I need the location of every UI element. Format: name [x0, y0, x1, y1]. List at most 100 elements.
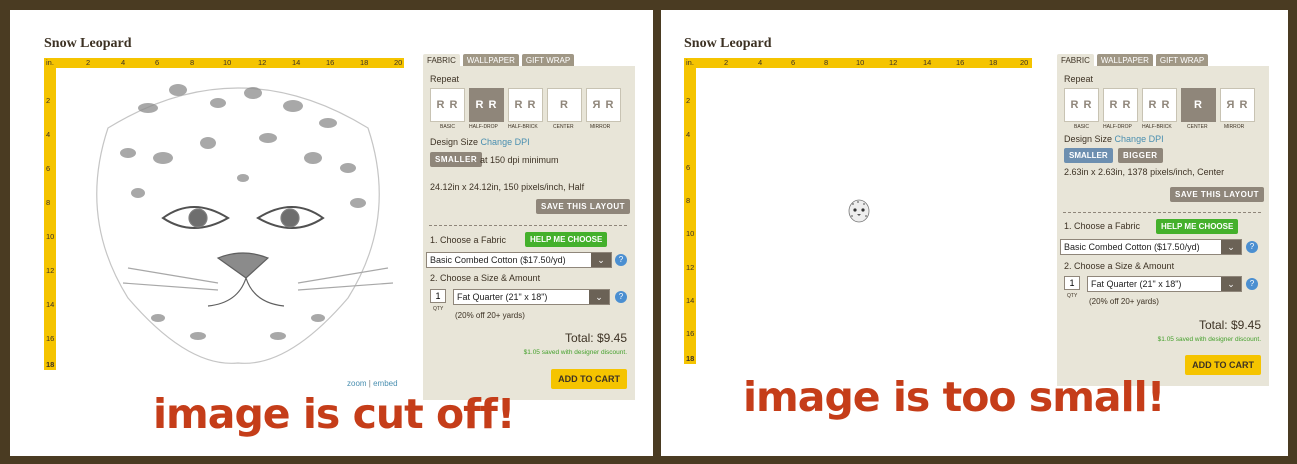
- repeat-half-drop-button[interactable]: R R: [469, 88, 504, 122]
- ruler-h-label: 8: [824, 58, 829, 67]
- ruler-h-label: 12: [258, 58, 267, 67]
- save-layout-button[interactable]: SAVE THIS LAYOUT: [535, 199, 630, 214]
- ruler-v-label: 14: [686, 296, 695, 305]
- yardage-discount: (20% off 20+ yards): [1089, 297, 1159, 306]
- add-to-cart-button[interactable]: ADD TO CART: [551, 369, 627, 389]
- ruler-v-label: 16: [46, 334, 55, 343]
- dpi-note: at 150 dpi minimum: [480, 155, 559, 165]
- size-select[interactable]: Fat Quarter (21" x 18") ⌄: [1087, 276, 1242, 292]
- ruler-h-label: 2: [86, 58, 91, 67]
- choose-fabric-label: 1. Choose a Fabric: [430, 235, 507, 245]
- choose-fabric-label: 1. Choose a Fabric: [1064, 221, 1141, 231]
- repeat-half-drop-button[interactable]: R R: [1103, 88, 1138, 122]
- fabric-select-value: Basic Combed Cotton ($17.50/yd): [1064, 242, 1200, 252]
- repeat-half-brick-button[interactable]: R R: [508, 88, 543, 122]
- fabric-select[interactable]: Basic Combed Cotton ($17.50/yd) ⌄: [426, 252, 612, 268]
- help-icon[interactable]: ?: [615, 254, 627, 266]
- design-dimensions: 24.12in x 24.12in, 150 pixels/inch, Half: [430, 182, 585, 192]
- ruler-h-label: 18: [360, 58, 369, 67]
- design-size-label: Design Size: [430, 137, 479, 147]
- chevron-down-icon: ⌄: [591, 253, 611, 267]
- quantity-input[interactable]: 1: [430, 289, 446, 303]
- choose-size-label: 2. Choose a Size & Amount: [1064, 261, 1175, 271]
- ruler-unit: in.: [46, 58, 54, 67]
- change-dpi-link[interactable]: Change DPI: [1115, 134, 1164, 144]
- size-select-value: Fat Quarter (21" x 18"): [457, 292, 548, 302]
- ruler-v-label: 18: [46, 360, 55, 369]
- total-price: Total: $9.45: [564, 331, 627, 345]
- ruler-v-label: 12: [686, 263, 695, 272]
- design-size-row: Design Size Change DPI: [1064, 134, 1164, 144]
- repeat-center-button[interactable]: R: [547, 88, 582, 122]
- repeat-center-button[interactable]: R: [1181, 88, 1216, 122]
- ruler-h-label: 14: [292, 58, 301, 67]
- change-dpi-link[interactable]: Change DPI: [481, 137, 530, 147]
- zoom-embed-links: zoom | embed: [347, 379, 398, 388]
- smaller-button[interactable]: SMALLER: [430, 152, 483, 167]
- repeat-mirror-label: MIRROR: [590, 124, 611, 130]
- smaller-button[interactable]: SMALLER: [1064, 148, 1113, 163]
- repeat-half-drop-label: HALF-DROP: [469, 124, 498, 130]
- repeat-center-label: CENTER: [1187, 124, 1208, 130]
- repeat-mirror-button[interactable]: Я R: [586, 88, 621, 122]
- quantity-input[interactable]: 1: [1064, 276, 1080, 290]
- size-select[interactable]: Fat Quarter (21" x 18") ⌄: [453, 289, 610, 305]
- ruler-h-label: 20: [394, 58, 403, 67]
- ruler-h-label: 10: [856, 58, 865, 67]
- divider: [429, 225, 627, 226]
- ruler-h-label: 6: [791, 58, 796, 67]
- ruler-h-label: 4: [121, 58, 126, 67]
- repeat-basic-button[interactable]: R R: [1064, 88, 1099, 122]
- ruler-v-label: 16: [686, 329, 695, 338]
- ruler-v-label: 2: [686, 96, 691, 105]
- left-panel: Snow Leopard in. 2 4 6 8 10 12 14 16 18 …: [10, 10, 653, 456]
- size-select-value: Fat Quarter (21" x 18"): [1091, 279, 1182, 289]
- ruler-v-label: 12: [46, 266, 55, 275]
- help-icon[interactable]: ?: [1246, 278, 1258, 290]
- ruler-h-label: 18: [989, 58, 998, 67]
- embed-link[interactable]: embed: [373, 379, 397, 388]
- repeat-options: R R R R R R R Я R: [1064, 88, 1255, 122]
- divider: [1063, 212, 1261, 213]
- ruler-h-label: 10: [223, 58, 232, 67]
- add-to-cart-button[interactable]: ADD TO CART: [1185, 355, 1261, 375]
- bigger-button[interactable]: BIGGER: [1118, 148, 1163, 163]
- total-price: Total: $9.45: [1198, 318, 1261, 332]
- help-me-choose-button[interactable]: HELP ME CHOOSE: [1156, 219, 1239, 234]
- repeat-half-brick-label: HALF-BRICK: [508, 124, 538, 130]
- repeat-basic-button[interactable]: R R: [430, 88, 465, 122]
- design-size-label: Design Size: [1064, 134, 1113, 144]
- ruler-v-label: 8: [686, 196, 691, 205]
- design-preview-image: [848, 199, 870, 223]
- repeat-basic-label: BASIC: [1074, 124, 1090, 130]
- choose-size-label: 2. Choose a Size & Amount: [430, 273, 541, 283]
- chevron-down-icon: ⌄: [1221, 277, 1241, 291]
- ruler-v-label: 6: [46, 164, 51, 173]
- ruler-h-label: 20: [1020, 58, 1029, 67]
- repeat-half-brick-label: HALF-BRICK: [1142, 124, 1172, 130]
- design-title: Snow Leopard: [684, 36, 772, 51]
- design-dimensions: 2.63in x 2.63in, 1378 pixels/inch, Cente…: [1064, 167, 1225, 177]
- repeat-mirror-label: MIRROR: [1224, 124, 1245, 130]
- repeat-label: Repeat: [1064, 74, 1094, 84]
- repeat-half-drop-label: HALF-DROP: [1103, 124, 1132, 130]
- ruler-h-label: 8: [190, 58, 195, 67]
- repeat-mirror-button[interactable]: Я R: [1220, 88, 1255, 122]
- chevron-down-icon: ⌄: [1221, 240, 1241, 254]
- ruler-v-label: 6: [686, 163, 691, 172]
- help-icon[interactable]: ?: [615, 291, 627, 303]
- repeat-half-brick-button[interactable]: R R: [1142, 88, 1177, 122]
- fabric-select[interactable]: Basic Combed Cotton ($17.50/yd) ⌄: [1060, 239, 1242, 255]
- save-layout-button[interactable]: SAVE THIS LAYOUT: [1169, 187, 1264, 202]
- ruler-v-label: 2: [46, 96, 51, 105]
- repeat-label: Repeat: [430, 74, 460, 84]
- quantity-label: QTY: [433, 306, 444, 312]
- help-me-choose-button[interactable]: HELP ME CHOOSE: [525, 232, 608, 247]
- right-panel: Snow Leopard in. 2 4 6 8 10 12 14 16 18 …: [661, 10, 1288, 456]
- ruler-v-label: 10: [46, 232, 55, 241]
- zoom-link[interactable]: zoom: [347, 379, 367, 388]
- link-separator: |: [368, 379, 371, 388]
- help-icon[interactable]: ?: [1246, 241, 1258, 253]
- yardage-discount: (20% off 20+ yards): [455, 311, 525, 320]
- ruler-v-label: 18: [686, 354, 695, 363]
